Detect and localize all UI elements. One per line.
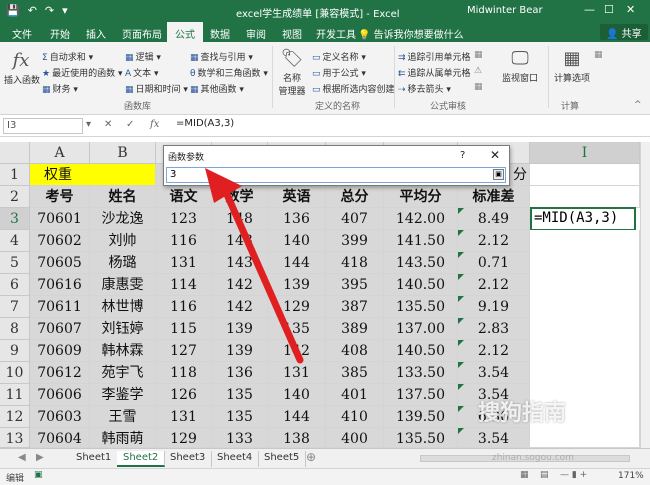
excel-window: 💾 ↶ ↷ ▾ excel学生成绩单 [兼容模式] - Excel Midwin… bbox=[0, 0, 650, 485]
prev-sheet-icon[interactable]: ◀ bbox=[18, 452, 26, 463]
watermark-url: zhinan.sogou.com bbox=[492, 453, 574, 463]
page-layout-icon[interactable]: ▤ bbox=[540, 470, 549, 480]
macro-record-icon[interactable]: ▣ bbox=[34, 470, 43, 480]
sheet-tab-5[interactable]: Sheet5 bbox=[258, 451, 307, 467]
status-bar: 编辑 ▣ ▦ ▤ — ▮ + 171% bbox=[0, 468, 650, 485]
sheet-tab-4[interactable]: Sheet4 bbox=[211, 451, 260, 467]
sheet-tab-bar: ◀ ▶ Sheet1 Sheet2 Sheet3 Sheet4 Sheet5 ⊕… bbox=[0, 448, 650, 468]
arrow-shaft bbox=[221, 186, 304, 364]
status-mode: 编辑 bbox=[6, 474, 25, 484]
watermark-logo: 搜狗指南 bbox=[478, 401, 567, 426]
add-sheet-icon[interactable]: ⊕ bbox=[306, 450, 316, 464]
normal-view-icon[interactable]: ▦ bbox=[520, 470, 529, 480]
zoom-slider[interactable]: — ▮ + bbox=[560, 470, 587, 480]
next-sheet-icon[interactable]: ▶ bbox=[36, 452, 44, 463]
arrow-head bbox=[205, 168, 242, 203]
sheet-tab-3[interactable]: Sheet3 bbox=[164, 451, 213, 467]
sheet-tab-1[interactable]: Sheet1 bbox=[70, 451, 119, 467]
zoom-level[interactable]: 171% bbox=[618, 471, 644, 481]
sheet-tab-2[interactable]: Sheet2 bbox=[117, 451, 166, 467]
